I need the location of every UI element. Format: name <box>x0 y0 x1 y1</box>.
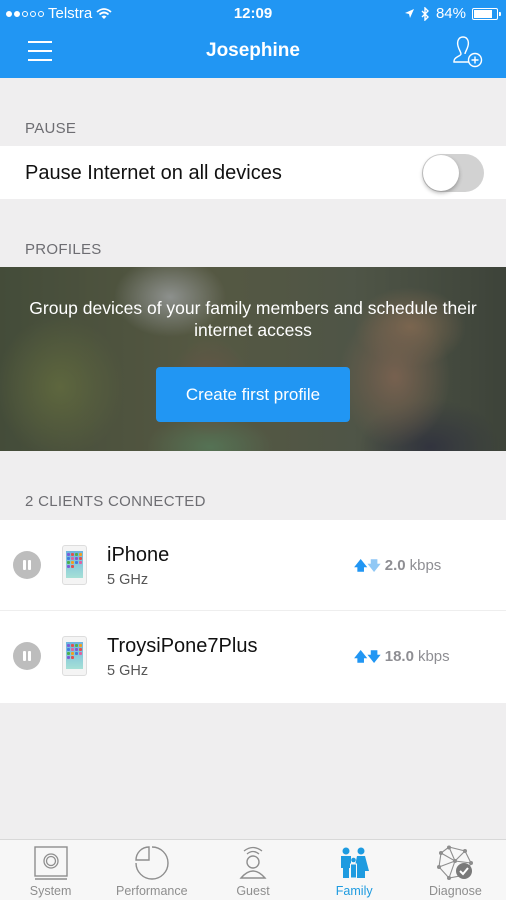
upload-arrow-icon: 🡅 <box>354 649 368 664</box>
download-arrow-icon: 🡇 <box>367 558 381 573</box>
create-first-profile-button[interactable]: Create first profile <box>156 367 350 422</box>
profiles-description: Group devices of your family members and… <box>29 298 477 340</box>
profiles-banner: Group devices of your family members and… <box>0 267 506 451</box>
tab-guest[interactable]: Guest <box>202 840 303 900</box>
system-icon <box>33 846 68 880</box>
pause-client-button[interactable] <box>13 642 41 670</box>
pause-internet-toggle[interactable] <box>422 154 484 192</box>
client-band: 5 GHz <box>107 663 149 679</box>
location-arrow-icon <box>404 9 414 18</box>
pause-client-button[interactable] <box>13 551 41 579</box>
clients-section-label: 2 CLIENTS CONNECTED <box>25 493 206 510</box>
pause-internet-row: Pause Internet on all devices <box>0 146 506 199</box>
pause-internet-label: Pause Internet on all devices <box>25 162 282 184</box>
performance-icon <box>135 846 169 880</box>
tab-system[interactable]: System <box>0 840 101 900</box>
tab-family[interactable]: Family <box>304 840 405 900</box>
client-band: 5 GHz <box>107 572 149 588</box>
download-arrow-icon: 🡇 <box>367 649 381 664</box>
tab-label: Family <box>335 884 373 898</box>
tab-bar: System Performance Guest Family Diagnose <box>0 839 506 900</box>
upload-arrow-icon: 🡅 <box>354 558 368 573</box>
battery-percent: 84% <box>435 5 466 22</box>
family-icon <box>341 847 370 879</box>
client-row[interactable]: TroysiPone7Plus 5 GHz 🡅 🡇 18.0 kbps <box>0 611 506 703</box>
status-bar: Telstra 12:09 84% <box>0 0 506 28</box>
client-rate: 🡅 🡇 18.0 kbps <box>354 648 450 665</box>
page-title: Josephine <box>206 40 300 61</box>
battery-icon <box>472 7 501 20</box>
bluetooth-icon <box>421 6 429 21</box>
phone-icon <box>62 545 87 585</box>
tab-label: Guest <box>236 884 270 898</box>
clients-list: iPhone 5 GHz 🡅 🡇 2.0 kbps TroysiPone7Plus… <box>0 520 506 703</box>
add-user-button[interactable] <box>452 34 484 68</box>
client-rate-unit: kbps <box>409 557 442 574</box>
client-rate: 🡅 🡇 2.0 kbps <box>354 557 441 574</box>
client-name: iPhone <box>107 544 170 566</box>
tab-label: System <box>29 884 72 898</box>
pause-section-label: PAUSE <box>25 120 77 137</box>
client-row[interactable]: iPhone 5 GHz 🡅 🡇 2.0 kbps <box>0 520 506 611</box>
client-name: TroysiPone7Plus <box>107 635 258 657</box>
nav-bar: Josephine <box>0 28 506 78</box>
profiles-section-label: PROFILES <box>25 241 102 258</box>
toggle-knob <box>423 155 459 191</box>
phone-icon <box>62 636 87 676</box>
tab-label: Diagnose <box>429 884 482 898</box>
tab-label: Performance <box>116 884 188 898</box>
guest-icon <box>239 846 267 879</box>
client-rate-value: 2.0 <box>384 557 406 574</box>
diagnose-icon <box>437 845 474 880</box>
status-right: 84% <box>404 5 501 22</box>
tab-diagnose[interactable]: Diagnose <box>405 840 506 900</box>
client-rate-unit: kbps <box>417 648 450 665</box>
tab-performance[interactable]: Performance <box>101 840 202 900</box>
add-user-icon <box>453 36 483 68</box>
client-rate-value: 18.0 <box>384 648 414 665</box>
